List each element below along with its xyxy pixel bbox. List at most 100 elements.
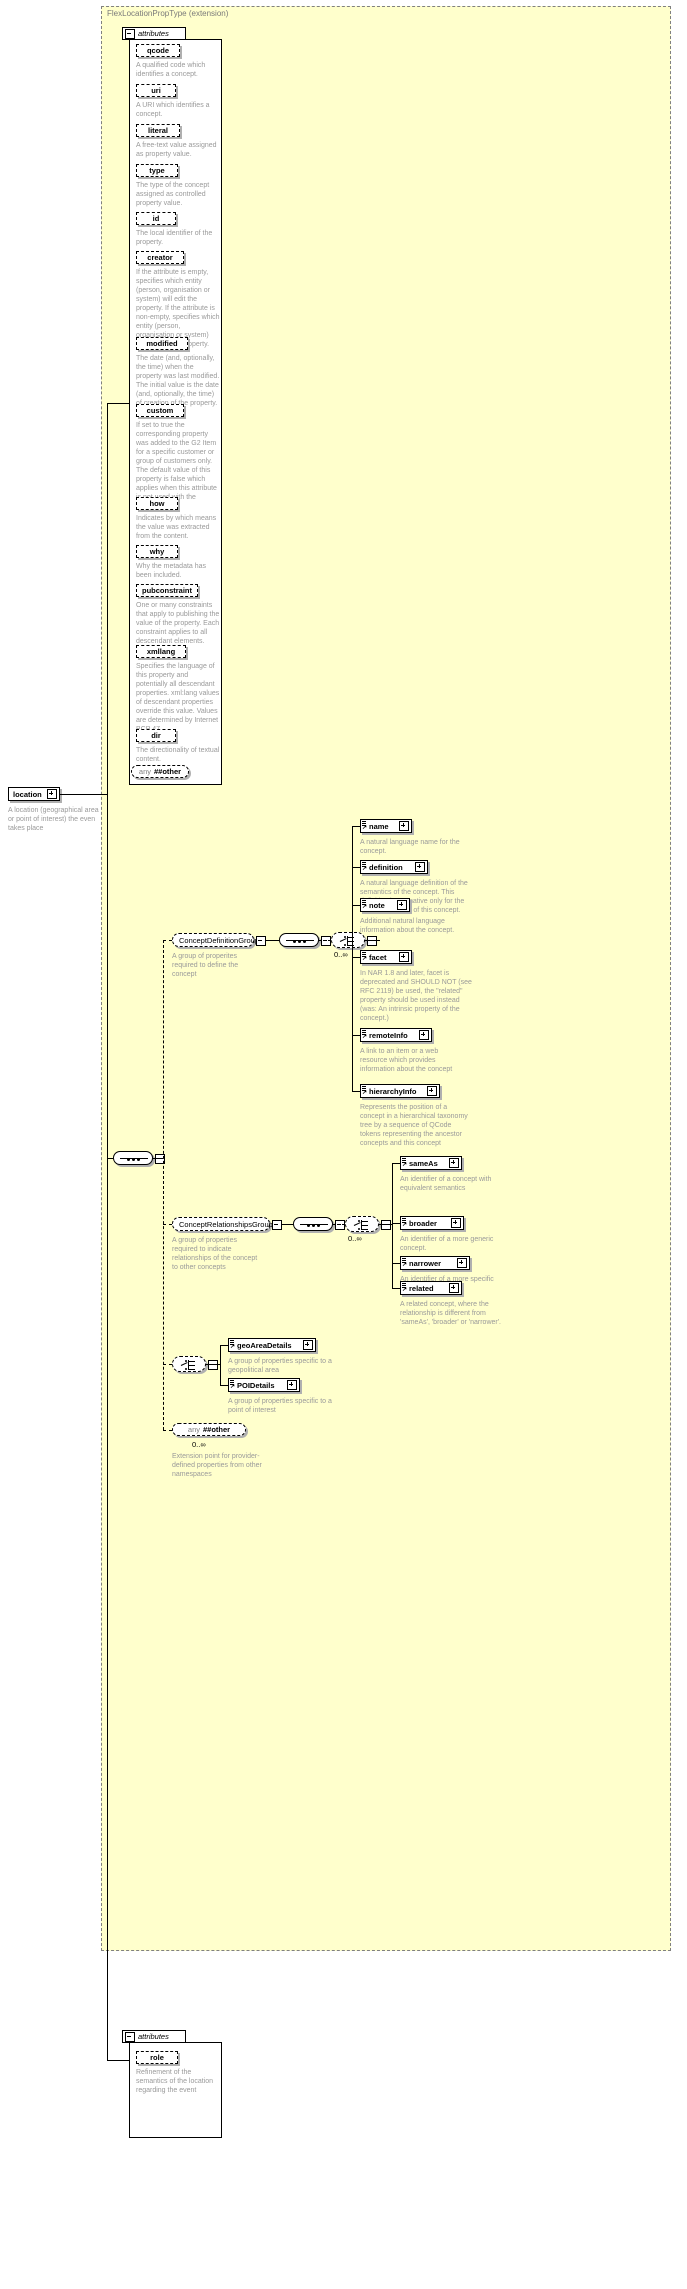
choice-glyph-icon	[180, 1360, 199, 1370]
group-collapse-conceptdefinitiongroup[interactable]	[256, 936, 266, 946]
connector-bus-to-sameas	[392, 1163, 401, 1164]
attribute-node-modified[interactable]: modified	[136, 337, 188, 350]
attribute-desc-pubconstraint: One or many constraints that apply to pu…	[136, 602, 220, 645]
sequence-compositor-crg[interactable]	[293, 1217, 333, 1231]
sequence-compositor-cdg[interactable]	[279, 933, 319, 947]
attribute-desc-modified: The date (and, optionally, the time) whe…	[136, 355, 220, 407]
attribute-label: type	[149, 166, 165, 175]
connector-bus-to-geoareadetails	[220, 1345, 229, 1346]
attribute-node-why[interactable]: why	[136, 545, 178, 558]
attribute-label: creator	[147, 253, 173, 262]
any-keyword: any	[138, 767, 151, 776]
element-ref-arrow-icon: ↗	[230, 1344, 236, 1350]
sequence-compositor-body[interactable]	[113, 1151, 153, 1165]
attribute-node-how[interactable]: how	[136, 497, 178, 510]
collapse-minus-icon[interactable]	[125, 2031, 135, 2042]
attribute-node-role[interactable]: role	[136, 2051, 178, 2064]
expand-plus-icon[interactable]	[399, 952, 409, 962]
attribute-node-qcode[interactable]: qcode	[136, 44, 180, 57]
choice-collapse-details[interactable]	[208, 1360, 218, 1370]
details-children-vertical-bus	[220, 1345, 221, 1385]
attribute-node-uri[interactable]: uri	[136, 84, 176, 97]
collapse-minus-icon[interactable]	[125, 28, 135, 39]
element-desc-note: Additional natural language information …	[360, 918, 455, 934]
element-label: broader	[409, 1218, 437, 1228]
element-node-facet[interactable]: ↗ facet	[360, 950, 412, 964]
attributes-tab-bottom[interactable]: attributes	[122, 2030, 186, 2043]
element-node-remoteinfo[interactable]: ↗ remoteInfo	[360, 1028, 432, 1042]
expand-plus-icon[interactable]	[47, 789, 57, 799]
expand-plus-icon[interactable]	[449, 1283, 459, 1293]
element-node-name[interactable]: ↗ name	[360, 819, 412, 833]
connector-seq-to-branchbus	[153, 1158, 163, 1159]
expand-plus-icon[interactable]	[449, 1158, 459, 1168]
element-desc-location: A location (geographical area or point o…	[8, 807, 99, 832]
group-node-conceptdefinitiongroup[interactable]: ConceptDefinitionGroup	[172, 933, 259, 947]
attribute-node-creator[interactable]: creator	[136, 251, 184, 264]
expand-plus-icon[interactable]	[457, 1258, 467, 1268]
attribute-desc-type: The type of the concept assigned as cont…	[136, 182, 210, 207]
attributes-any-node[interactable]: any ##other	[131, 765, 189, 778]
attribute-node-dir[interactable]: dir	[136, 729, 176, 742]
attribute-node-literal[interactable]: literal	[136, 124, 180, 137]
connector-cdgseq-to-choice	[319, 940, 331, 941]
cardinality-cdg: 0..∞	[334, 950, 348, 959]
attribute-label: role	[150, 2053, 164, 2062]
element-node-note[interactable]: ↗ note	[360, 898, 410, 912]
attributes-tab-label: attributes	[138, 2032, 169, 2041]
element-node-related[interactable]: ↗ related	[400, 1281, 462, 1295]
choice-compositor-details[interactable]	[172, 1356, 206, 1372]
element-node-broader[interactable]: ↗ broader	[400, 1216, 464, 1230]
sequence-dots-icon	[127, 1157, 141, 1162]
attribute-desc-literal: A free-text value assigned as property v…	[136, 142, 217, 158]
choice-glyph-icon	[353, 1220, 372, 1230]
attribute-desc-dir: The directionality of textual content.	[136, 747, 220, 763]
expand-plus-icon[interactable]	[419, 1030, 429, 1040]
group-node-conceptrelationshipsgroup[interactable]: ConceptRelationshipsGroup	[172, 1217, 273, 1231]
attributes-tab-top[interactable]: attributes	[122, 27, 186, 40]
element-node-narrower[interactable]: ↗ narrower	[400, 1256, 470, 1270]
attribute-desc-uri: A URI which identifies a concept.	[136, 102, 210, 118]
attribute-desc-xmllang: Specifies the language of this property …	[136, 663, 220, 733]
group-label: ConceptRelationshipsGroup	[179, 1219, 273, 1229]
connector-cdgchoice-to-children	[365, 940, 380, 941]
cardinality-body-any: 0..∞	[192, 1440, 206, 1449]
element-ref-arrow-icon: ↗	[230, 1384, 236, 1390]
attribute-node-id[interactable]: id	[136, 212, 176, 225]
element-node-hierarchyinfo[interactable]: ↗ hierarchyInfo	[360, 1084, 440, 1098]
element-label: note	[369, 900, 385, 910]
attribute-desc-how: Indicates by which means the value was e…	[136, 515, 217, 540]
attributes-tab-label: attributes	[138, 29, 169, 38]
attribute-desc-id: The local identifier of the property.	[136, 230, 213, 246]
expand-plus-icon[interactable]	[427, 1086, 437, 1096]
connector-rail-to-bottom-attrs	[107, 2060, 129, 2061]
expand-plus-icon[interactable]	[415, 862, 425, 872]
choice-collapse-crg[interactable]	[381, 1220, 391, 1230]
element-desc-poidetails: A group of properties specific to a poin…	[228, 1398, 332, 1414]
element-node-poidetails[interactable]: ↗ POIDetails	[228, 1378, 300, 1392]
expand-plus-icon[interactable]	[303, 1340, 313, 1350]
expand-plus-icon[interactable]	[287, 1380, 297, 1390]
sequence-collapse-cdg[interactable]	[321, 936, 331, 946]
element-node-geoareadetails[interactable]: ↗ geoAreaDetails	[228, 1338, 316, 1352]
sequence-dots-icon	[307, 1223, 321, 1228]
element-node-location[interactable]: location	[8, 787, 60, 801]
attribute-node-custom[interactable]: custom	[136, 404, 184, 417]
expand-plus-icon[interactable]	[399, 821, 409, 831]
element-node-sameas[interactable]: ↗ sameAs	[400, 1156, 462, 1170]
body-any-node[interactable]: any ##other	[172, 1423, 246, 1436]
element-label: definition	[369, 862, 403, 872]
choice-glyph-icon	[339, 936, 358, 946]
sequence-collapse-crg[interactable]	[335, 1220, 345, 1230]
expand-plus-icon[interactable]	[451, 1218, 461, 1228]
attribute-node-pubconstraint[interactable]: pubconstraint	[136, 584, 198, 597]
choice-compositor-crg[interactable]	[345, 1216, 379, 1232]
crg-children-vertical-bus	[392, 1163, 393, 1288]
connector-bus-to-related	[392, 1288, 401, 1289]
choice-collapse-cdg[interactable]	[367, 936, 377, 946]
attribute-node-xmllang[interactable]: xmllang	[136, 645, 186, 658]
group-collapse-conceptrelationshipsgroup[interactable]	[272, 1220, 282, 1230]
element-node-definition[interactable]: ↗ definition	[360, 860, 428, 874]
attribute-node-type[interactable]: type	[136, 164, 178, 177]
expand-plus-icon[interactable]	[397, 900, 407, 910]
